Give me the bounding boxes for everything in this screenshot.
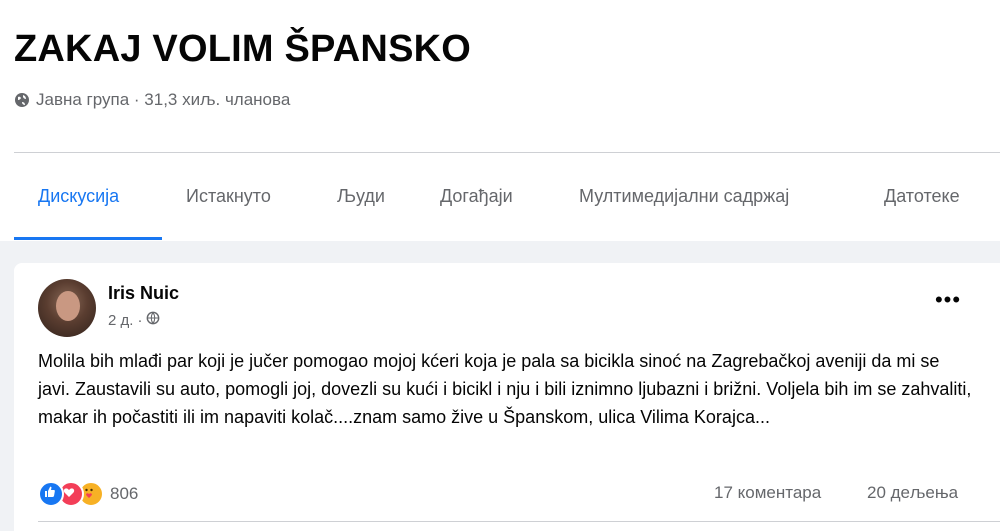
tab-events[interactable]: Догађаји <box>440 153 513 239</box>
post-footer-divider <box>38 521 1000 522</box>
tab-files[interactable]: Датотеке <box>884 153 960 239</box>
post-text: Molila bih mlađi par koji je jučer pomog… <box>38 351 972 427</box>
tab-discussion[interactable]: Дискусија <box>38 153 119 239</box>
active-tab-indicator <box>14 237 162 240</box>
group-tabs: Дискусија Истакнуто Људи Догађаји Мултим… <box>14 153 1000 241</box>
tab-featured[interactable]: Истакнуто <box>186 153 271 239</box>
group-meta: Јавна група · 31,3 хиљ. чланова <box>14 90 290 110</box>
shares-link[interactable]: 20 дељења <box>867 483 958 503</box>
post-meta: 2 д. · <box>108 311 160 329</box>
post-time[interactable]: 2 д. <box>108 312 133 329</box>
comments-link[interactable]: 17 коментара <box>714 483 821 503</box>
globe-icon <box>14 92 30 108</box>
group-meta-text: Јавна група · 31,3 хиљ. чланова <box>36 90 291 109</box>
reactions-summary[interactable]: 806 <box>38 481 138 507</box>
post-card: Iris Nuic 2 д. · ••• Molila bih mlađi pa… <box>14 263 1000 531</box>
avatar[interactable] <box>38 279 96 337</box>
meta-separator: · <box>137 311 143 329</box>
group-header: ZAKAJ VOLIM ŠPANSKO Јавна група · 31,3 х… <box>0 0 1000 150</box>
post-author[interactable]: Iris Nuic <box>108 283 179 304</box>
globe-icon <box>146 311 160 329</box>
like-icon <box>38 481 64 507</box>
group-title[interactable]: ZAKAJ VOLIM ŠPANSKO <box>14 28 471 71</box>
more-options-button[interactable]: ••• <box>930 289 966 319</box>
avatar-face <box>56 291 80 321</box>
reaction-count: 806 <box>110 484 139 503</box>
tab-media[interactable]: Мултимедијални садржај <box>579 153 789 239</box>
tab-people[interactable]: Људи <box>337 153 385 239</box>
